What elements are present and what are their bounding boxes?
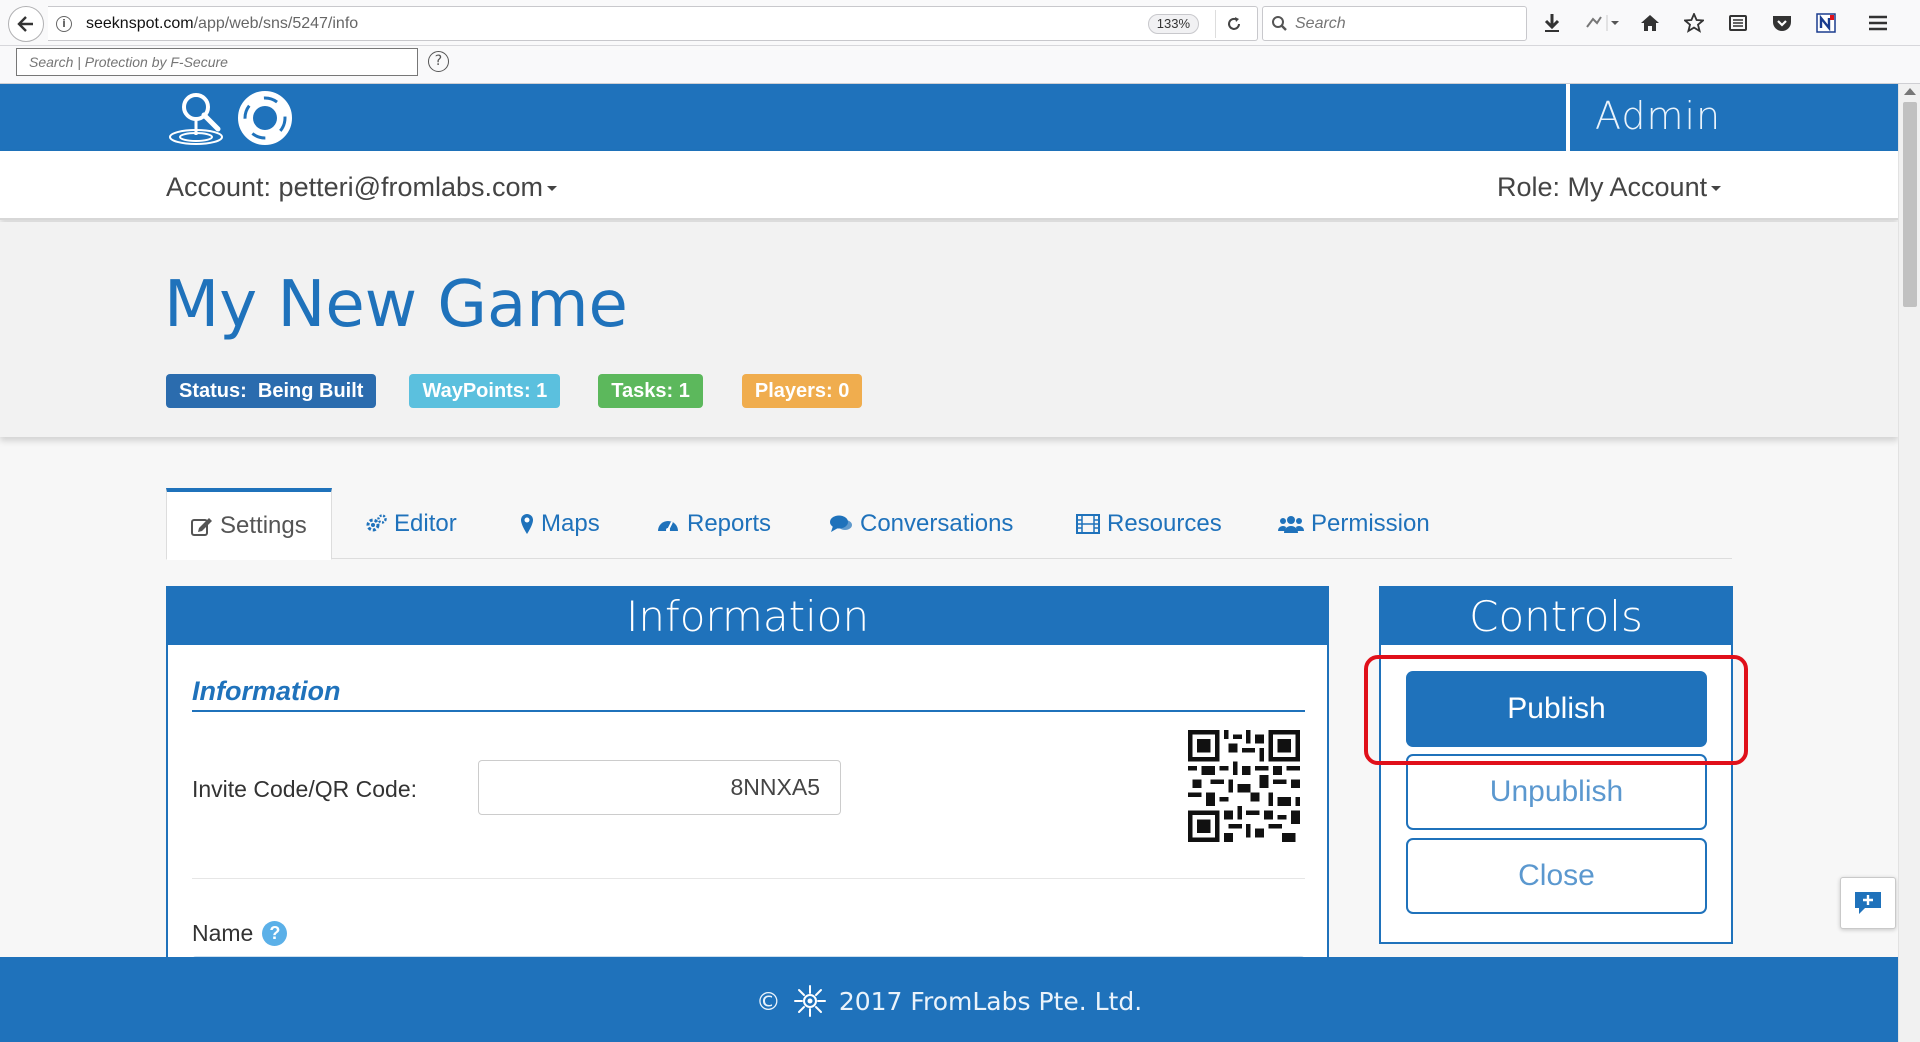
admin-divider (1566, 84, 1570, 151)
help-icon[interactable]: ? (428, 51, 449, 72)
map-marker-icon (520, 513, 534, 535)
name-label-text: Name (192, 920, 254, 946)
reload-button[interactable] (1215, 10, 1251, 38)
account-bar: Account: petteri@fromlabs.com Role: My A… (0, 151, 1898, 220)
tab-conversations[interactable]: Conversations (829, 488, 1013, 559)
tab-conversations-label: Conversations (860, 509, 1014, 537)
fsecure-search-input[interactable] (16, 48, 418, 76)
security-toolbar: ? (0, 46, 1920, 84)
location-search-icon (169, 93, 223, 145)
search-icon (1272, 16, 1287, 31)
name-label: Name? (192, 920, 288, 947)
information-divider (192, 710, 1305, 712)
extension-icon[interactable] (1574, 8, 1628, 38)
admin-label[interactable]: Admin (1595, 94, 1721, 138)
page-viewport: Admin Account: petteri@fromlabs.com Role… (0, 84, 1898, 1042)
caret-down-icon (547, 186, 558, 192)
fromlabs-logo-icon (793, 985, 826, 1017)
game-tabs: Settings Editor Maps Reports Conversatio… (166, 488, 1732, 560)
publish-highlight-annotation (1364, 655, 1748, 765)
app-header: Admin (0, 84, 1898, 151)
address-bar[interactable]: i seeknspot.com/app/web/sns/5247/info 13… (48, 6, 1258, 41)
users-icon (1278, 514, 1304, 534)
toolbar-icons (1530, 8, 1900, 38)
close-button[interactable]: Close (1406, 838, 1707, 914)
information-panel-heading: Information (168, 588, 1327, 645)
footer-text: 2017 FromLabs Pte. Ltd. (838, 986, 1143, 1016)
caret-down-icon (1711, 186, 1722, 192)
lifebuoy-icon (236, 89, 294, 147)
tab-maps-label: Maps (541, 509, 600, 537)
scrollbar-thumb[interactable] (1903, 102, 1917, 307)
game-banner: My New Game Status: Being Built WayPoint… (0, 222, 1898, 437)
tasks-badge: Tasks: 1 (598, 374, 703, 408)
players-badge: Players: 0 (741, 374, 863, 408)
app-logo[interactable] (168, 87, 296, 149)
page-scrollbar[interactable] (1898, 84, 1920, 1042)
tab-maps[interactable]: Maps (520, 488, 600, 559)
status-badge: Status: Being Built (166, 374, 377, 408)
help-icon[interactable]: ? (262, 921, 288, 946)
downloads-icon[interactable] (1530, 8, 1574, 38)
invite-code-label: Invite Code/QR Code: (192, 776, 418, 802)
feedback-button[interactable] (1840, 877, 1896, 929)
invite-code-field[interactable] (478, 760, 841, 815)
game-badges: Status: Being Built WayPoints: 1 Tasks: … (166, 374, 863, 408)
info-icon[interactable]: i (56, 16, 72, 32)
qr-code[interactable] (1188, 730, 1300, 842)
edit-icon (191, 516, 213, 536)
tab-settings[interactable]: Settings (166, 488, 332, 560)
page-footer: © 2017 FromLabs Pte. Ltd. (0, 957, 1898, 1042)
tab-editor-label: Editor (394, 509, 457, 537)
scroll-up-arrow-icon[interactable] (1904, 88, 1916, 95)
film-icon (1076, 513, 1100, 534)
dashboard-icon (656, 515, 680, 533)
tab-permission[interactable]: Permission (1278, 488, 1430, 559)
copyright-symbol: © (755, 986, 781, 1016)
tab-reports[interactable]: Reports (656, 488, 771, 559)
reading-list-icon[interactable] (1716, 8, 1760, 38)
browser-search-input[interactable] (1295, 12, 1515, 36)
gears-icon (365, 513, 387, 534)
unpublish-button[interactable]: Unpublish (1406, 754, 1707, 830)
reload-icon (1227, 17, 1240, 30)
field-separator (192, 878, 1305, 879)
back-button[interactable] (8, 6, 44, 42)
tab-editor[interactable]: Editor (365, 488, 457, 559)
account-dropdown-label: Account: petteri@fromlabs.com (166, 172, 544, 202)
bookmark-star-icon[interactable] (1672, 8, 1716, 38)
arrow-left-icon (17, 16, 33, 32)
role-dropdown[interactable]: Role: My Account (1497, 172, 1722, 203)
zoom-level[interactable]: 133% (1147, 14, 1199, 34)
notes-extension-icon[interactable] (1804, 8, 1848, 38)
footer-copyright: © 2017 FromLabs Pte. Ltd. (0, 984, 1898, 1018)
chat-plus-icon (1855, 892, 1881, 914)
pocket-icon[interactable] (1760, 8, 1804, 38)
waypoints-badge: WayPoints: 1 (409, 374, 561, 408)
information-subheading: Information (192, 676, 341, 706)
controls-panel: Controls Publish Unpublish Close (1379, 586, 1733, 944)
menu-icon[interactable] (1856, 8, 1900, 38)
tab-permission-label: Permission (1311, 509, 1430, 537)
tab-resources-label: Resources (1107, 509, 1222, 537)
comments-icon (829, 514, 853, 534)
tab-resources[interactable]: Resources (1076, 488, 1222, 559)
role-dropdown-label: Role: My Account (1497, 172, 1708, 202)
home-icon[interactable] (1628, 8, 1672, 38)
browser-toolbar: i seeknspot.com/app/web/sns/5247/info 13… (0, 0, 1920, 46)
tab-reports-label: Reports (687, 509, 772, 537)
tab-settings-label: Settings (220, 511, 307, 539)
account-dropdown[interactable]: Account: petteri@fromlabs.com (166, 172, 558, 203)
controls-panel-heading: Controls (1381, 588, 1731, 645)
url-text[interactable]: seeknspot.com/app/web/sns/5247/info (86, 15, 358, 33)
game-title: My New Game (164, 268, 628, 342)
browser-search-bar[interactable] (1262, 6, 1527, 41)
